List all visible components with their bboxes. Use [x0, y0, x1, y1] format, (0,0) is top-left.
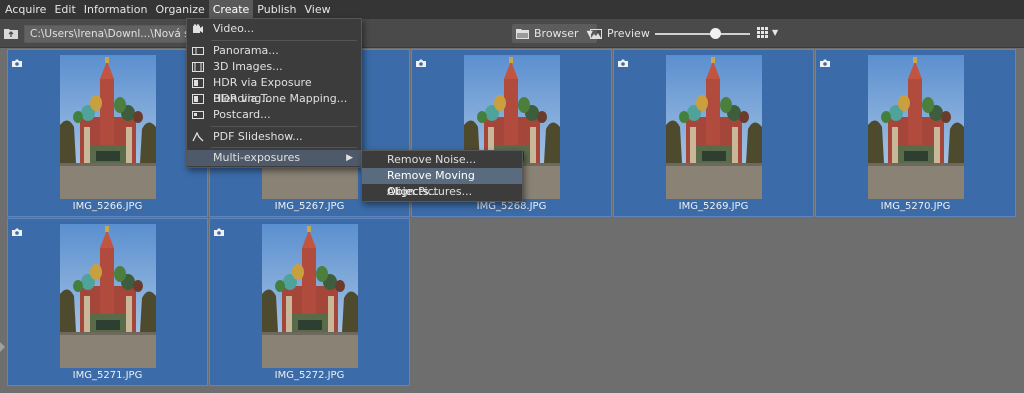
thumbnail-image — [868, 55, 964, 199]
panorama-icon — [192, 47, 204, 55]
menu-item-panorama[interactable]: Panorama... — [187, 43, 361, 59]
menu-separator — [211, 147, 357, 148]
browser-folder-icon — [516, 29, 529, 39]
hdr-tone-icon — [192, 94, 204, 104]
menu-item-label: PDF Slideshow... — [213, 130, 303, 143]
panel-expand-handle[interactable] — [0, 342, 5, 352]
menu-item-remove-noise[interactable]: Remove Noise... — [362, 152, 522, 168]
create-menu: Video... Panorama... 3D Images... HDR vi… — [186, 18, 362, 168]
3d-icon — [192, 62, 204, 72]
thumbnail-filename: IMG_5267.JPG — [274, 201, 345, 212]
browser-button[interactable]: Browser ▼ — [512, 24, 597, 43]
toolbar: C:\Users\Irena\Downl...\Nová složka Brow… — [0, 19, 1024, 48]
preview-button[interactable]: Preview — [590, 24, 650, 43]
menu-item-label: Panorama... — [213, 44, 279, 57]
menu-item-3d-images[interactable]: 3D Images... — [187, 59, 361, 75]
menu-bar: Acquire Edit Information Organize Create… — [0, 0, 1024, 19]
menu-item-align-pictures[interactable]: Align Pictures... — [362, 184, 522, 200]
thumbnail-image — [60, 224, 156, 368]
menu-view[interactable]: View — [301, 0, 335, 19]
menu-item-hdr-exposure[interactable]: HDR via Exposure Blending... — [187, 75, 361, 105]
menu-separator — [211, 126, 357, 127]
menu-publish[interactable]: Publish — [253, 0, 300, 19]
thumbnail-filename: IMG_5272.JPG — [274, 370, 345, 381]
menu-item-label: HDR via Tone Mapping... — [213, 92, 348, 105]
camera-icon — [11, 53, 23, 67]
menu-item-label: 3D Images... — [213, 60, 283, 73]
browser-label: Browser — [534, 27, 579, 40]
thumbnail-image — [666, 55, 762, 199]
preview-label: Preview — [607, 27, 650, 40]
camera-icon — [11, 222, 23, 236]
video-icon — [193, 24, 203, 33]
thumbnail-item[interactable]: IMG_5266.JPG — [7, 49, 208, 217]
menu-item-label: Multi-exposures — [213, 151, 301, 164]
thumbnail-filename: IMG_5270.JPG — [880, 201, 951, 212]
zoom-slider-track[interactable] — [655, 33, 750, 35]
grid-view-button[interactable]: ▼ — [757, 27, 778, 38]
multi-exposures-submenu: Remove Noise... Remove Moving Objects...… — [361, 150, 523, 202]
hdr-icon — [192, 78, 204, 88]
menu-item-video[interactable]: Video... — [187, 21, 361, 37]
thumbnail-image — [60, 55, 156, 199]
submenu-arrow-icon: ▶ — [346, 153, 353, 163]
app-window: Acquire Edit Information Organize Create… — [0, 0, 1024, 393]
thumbnail-item[interactable]: IMG_5269.JPG — [613, 49, 814, 217]
postcard-icon — [192, 111, 204, 119]
preview-image-icon — [590, 28, 602, 39]
thumbnail-item[interactable]: IMG_5270.JPG — [815, 49, 1016, 217]
thumbnail-filename: IMG_5268.JPG — [476, 201, 547, 212]
menu-item-label: Postcard... — [213, 108, 271, 121]
thumbnail-filename: IMG_5271.JPG — [72, 370, 143, 381]
menu-information[interactable]: Information — [80, 0, 152, 19]
camera-icon — [617, 53, 629, 67]
thumbnail-item[interactable]: IMG_5271.JPG — [7, 218, 208, 386]
menu-item-hdr-tone[interactable]: HDR via Tone Mapping... — [187, 91, 361, 107]
pdf-icon — [192, 132, 204, 142]
camera-icon — [415, 53, 427, 67]
thumbnail-item[interactable]: IMG_5272.JPG — [209, 218, 410, 386]
grid-icon — [757, 27, 768, 38]
menu-acquire[interactable]: Acquire — [0, 0, 50, 19]
menu-item-label: Video... — [213, 22, 255, 35]
menu-create[interactable]: Create — [208, 0, 254, 19]
menu-item-multi-exposures[interactable]: Multi-exposures ▶ — [187, 150, 361, 166]
path-field[interactable]: C:\Users\Irena\Downl...\Nová složka — [24, 25, 194, 43]
menu-separator — [211, 40, 357, 41]
menu-edit[interactable]: Edit — [50, 0, 79, 19]
thumbnail-image — [262, 224, 358, 368]
thumbnail-filename: IMG_5266.JPG — [72, 201, 143, 212]
folder-icon[interactable] — [4, 27, 18, 39]
menu-item-pdf-slideshow[interactable]: PDF Slideshow... — [187, 129, 361, 145]
camera-icon — [819, 53, 831, 67]
menu-organize[interactable]: Organize — [151, 0, 208, 19]
grid-chevron-down-icon: ▼ — [772, 28, 779, 37]
menu-item-postcard[interactable]: Postcard... — [187, 107, 361, 123]
menu-item-remove-moving-objects[interactable]: Remove Moving Objects... — [362, 168, 522, 198]
zoom-slider-handle[interactable] — [710, 28, 721, 39]
camera-icon — [213, 222, 225, 236]
thumbnail-filename: IMG_5269.JPG — [678, 201, 749, 212]
